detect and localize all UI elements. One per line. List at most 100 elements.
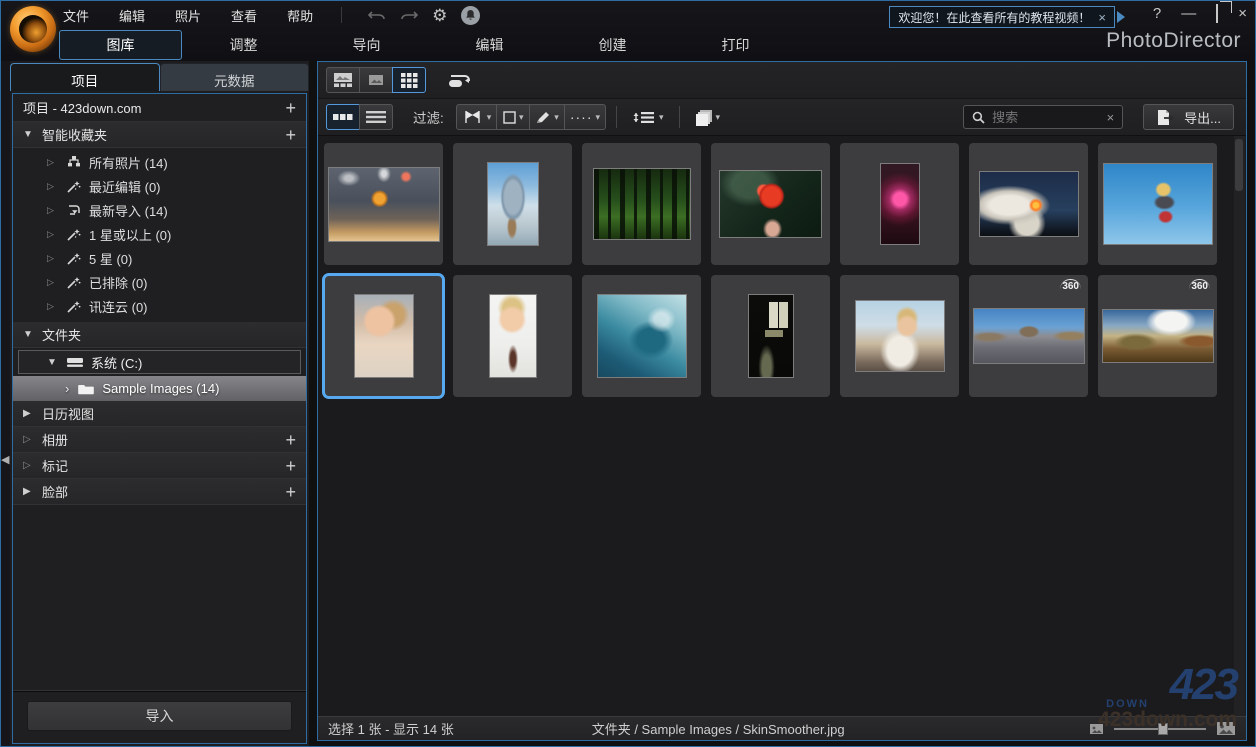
thumbnail-size-slider[interactable] (1114, 722, 1206, 735)
import-arrow-icon (65, 204, 82, 217)
status-bar: 选择 1 张 - 显示 14 张 文件夹 / Sample Images / S… (318, 716, 1246, 740)
menu-help[interactable]: 帮助 (285, 4, 315, 27)
photo-thumbnail-wave[interactable] (582, 275, 701, 397)
view-browser-preview-button[interactable] (326, 67, 360, 93)
photo-thumbnail-pano-mountain[interactable]: 360 (1098, 275, 1217, 397)
undo-icon[interactable] (368, 8, 386, 22)
list-view-button[interactable] (359, 104, 393, 130)
section-faces[interactable]: ▶ 脸部 + (13, 479, 306, 505)
search-input[interactable] (992, 109, 1100, 125)
add-album-button[interactable]: + (285, 431, 296, 449)
photo-thumbnail-karst[interactable] (453, 143, 572, 265)
photo-thumbnail-pano-canyon[interactable]: 360 (969, 275, 1088, 397)
import-button[interactable]: 导入 (27, 701, 292, 731)
magic-wand-icon (65, 180, 82, 193)
menu-photo[interactable]: 照片 (173, 4, 203, 27)
tab-metadata[interactable]: 元数据 (159, 63, 309, 91)
folder-sample-images[interactable]: › Sample Images (14) (13, 376, 306, 401)
photo-thumbnail-woman-selected[interactable] (322, 273, 445, 399)
compare-rotate-icon[interactable] (442, 67, 478, 93)
tree-item-all-photos[interactable]: ▷ 所有照片 (14) (13, 150, 306, 174)
tree-item-1-star-up[interactable]: ▷ 1 星或以上 (0) (13, 222, 306, 246)
tab-print[interactable]: 打印 (674, 31, 797, 59)
photo-image (854, 300, 945, 372)
view-grid-button[interactable] (392, 67, 426, 93)
add-tag-button[interactable]: + (285, 457, 296, 475)
minimize-icon[interactable]: — (1181, 5, 1196, 22)
section-calendar-view[interactable]: ▶ 日历视图 (13, 401, 306, 427)
photo-thumbnail-forest[interactable] (582, 143, 701, 265)
photo-thumbnail-basketball[interactable] (324, 143, 443, 265)
add-face-button[interactable]: + (285, 483, 296, 501)
sort-button[interactable]: ▾ (627, 104, 669, 130)
rating-filter-button[interactable]: ▾ (496, 104, 531, 130)
settings-gear-icon[interactable]: ⚙ (432, 7, 447, 24)
photo-image (486, 162, 539, 246)
tree-item-label: 所有照片 (14) (89, 155, 168, 171)
small-thumbnail-icon[interactable] (1089, 723, 1104, 735)
toolbar-separator (678, 106, 680, 128)
tree-item-label: 最近编辑 (0) (89, 179, 161, 195)
edited-filter-button[interactable]: ▾ (529, 104, 565, 130)
export-button[interactable]: 导出... (1143, 104, 1234, 130)
scrollbar-track[interactable] (1234, 136, 1245, 716)
collapse-sidebar-icon[interactable]: ◀ (1, 453, 9, 466)
tab-project[interactable]: 项目 (10, 63, 160, 91)
caret-down-icon: ▾ (486, 111, 492, 122)
redo-icon[interactable] (400, 8, 419, 22)
tree-item-5-star[interactable]: ▷ 5 星 (0) (13, 246, 306, 270)
tree-item-recently-edited[interactable]: ▷ 最近编辑 (0) (13, 174, 306, 198)
tooltip-close-icon[interactable]: × (1098, 10, 1106, 25)
add-project-button[interactable]: + (285, 99, 296, 117)
section-folders[interactable]: ▼ 文件夹 (13, 322, 306, 348)
slider-handle[interactable] (1158, 722, 1168, 735)
section-albums[interactable]: ▷ 相册 + (13, 427, 306, 453)
search-clear-icon[interactable]: × (1107, 110, 1115, 125)
tab-edit[interactable]: 编辑 (428, 31, 551, 59)
close-icon[interactable]: × (1238, 5, 1247, 22)
photo-grid-area: 360 360 (318, 136, 1246, 716)
photo-thumbnail-woman-laughing[interactable] (453, 275, 572, 397)
color-label-filter-button[interactable]: ···· ▾ (563, 104, 607, 130)
help-icon[interactable]: ? (1153, 5, 1161, 22)
menu-bar: 文件 编辑 照片 查看 帮助 ⚙ (61, 1, 481, 29)
photo-thumbnail-neon-shop[interactable] (840, 143, 959, 265)
menu-edit[interactable]: 编辑 (117, 4, 147, 27)
caret-down-icon: ▾ (659, 111, 664, 122)
app-header: 文件 编辑 照片 查看 帮助 ⚙ 欢迎您！在此查看所有的教程视频！ × ? — … (1, 1, 1255, 61)
photo-thumbnail-woman-outdoor[interactable] (840, 275, 959, 397)
welcome-tooltip-text: 欢迎您！在此查看所有的教程视频！ (898, 10, 1091, 25)
menu-view[interactable]: 查看 (229, 4, 259, 27)
smart-collection-tree: ▷ 所有照片 (14) ▷ 最近编辑 (0) ▷ 最新导入 (14) ▷ 1 星… (13, 148, 306, 322)
tree-item-label: 最新导入 (14) (89, 203, 168, 219)
tree-item-label: 5 星 (0) (89, 251, 133, 267)
photo-thumbnail-rocket[interactable] (969, 143, 1088, 265)
tab-library[interactable]: 图库 (59, 29, 182, 60)
tree-item-latest-import[interactable]: ▷ 最新导入 (14) (13, 198, 306, 222)
scrollbar-thumb[interactable] (1235, 139, 1243, 191)
photo-thumbnail-window-light[interactable] (711, 275, 830, 397)
tab-create[interactable]: 创建 (551, 31, 674, 59)
tree-item-rejected[interactable]: ▷ 已排除 (0) (13, 270, 306, 294)
photo-thumbnail-maple-leaf[interactable] (711, 143, 830, 265)
drive-system-c[interactable]: ▼ 系统 (C:) (18, 350, 301, 374)
section-tags[interactable]: ▷ 标记 + (13, 453, 306, 479)
photo-thumbnail-skater[interactable] (1098, 143, 1217, 265)
large-thumbnail-icon[interactable] (1216, 721, 1236, 736)
filter-toolbar: 过滤: ▾ ▾ ▾ ···· ▾ ▾ ▾ 搜索 × 导出... (318, 99, 1246, 136)
stack-button[interactable]: ▾ (690, 104, 726, 130)
view-single-preview-button[interactable] (359, 67, 393, 93)
tab-guided[interactable]: 导向 (305, 31, 428, 59)
tree-item-label: 讯连云 (0) (89, 299, 148, 315)
menu-file[interactable]: 文件 (61, 4, 91, 27)
thumbnail-view-button[interactable] (326, 104, 360, 130)
notification-bell-icon[interactable] (461, 5, 481, 25)
tree-item-cyberlink-cloud[interactable]: ▷ 讯连云 (0) (13, 294, 306, 318)
section-smart-collection[interactable]: ▼ 智能收藏夹 + (13, 122, 306, 148)
caret-down-icon: ▾ (554, 111, 559, 122)
tab-adjust[interactable]: 调整 (182, 31, 305, 59)
restore-icon[interactable] (1216, 4, 1219, 23)
add-smart-collection-button[interactable]: + (285, 126, 296, 144)
flag-filter-button[interactable]: ▾ (455, 104, 498, 130)
selection-count: 选择 1 张 - 显示 14 张 (328, 722, 454, 737)
